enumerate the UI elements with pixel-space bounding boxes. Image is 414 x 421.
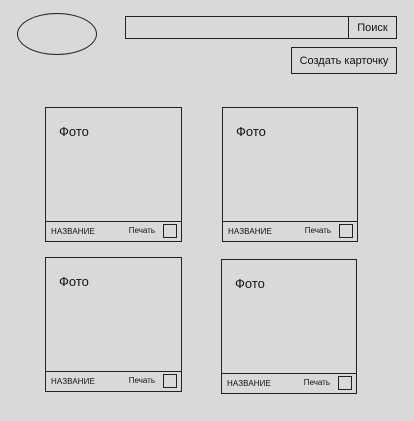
card-footer: НАЗВАНИЕ Печать	[46, 371, 181, 391]
card-footer: НАЗВАНИЕ Печать	[222, 373, 356, 393]
card-footer: НАЗВАНИЕ Печать	[46, 221, 181, 241]
print-checkbox[interactable]	[163, 224, 177, 238]
card-title: НАЗВАНИЕ	[51, 377, 95, 386]
card-print-label: Печать	[303, 378, 330, 387]
search-bar: Поиск	[125, 16, 397, 39]
card-print-label: Печать	[304, 226, 331, 235]
card-photo: Фото	[222, 260, 356, 373]
search-button[interactable]: Поиск	[348, 17, 396, 38]
card-photo-label: Фото	[59, 124, 89, 139]
card-photo: Фото	[46, 258, 181, 371]
card[interactable]: Фото НАЗВАНИЕ Печать	[45, 107, 182, 242]
logo	[17, 13, 97, 55]
print-checkbox[interactable]	[163, 374, 177, 388]
create-card-button[interactable]: Создать карточку	[291, 47, 397, 74]
card-title: НАЗВАНИЕ	[228, 227, 272, 236]
card-photo-label: Фото	[59, 274, 89, 289]
card-photo-label: Фото	[235, 276, 265, 291]
print-checkbox[interactable]	[338, 376, 352, 390]
card-footer: НАЗВАНИЕ Печать	[223, 221, 357, 241]
card-print-label: Печать	[128, 226, 155, 235]
card-print-label: Печать	[128, 376, 155, 385]
card-photo: Фото	[223, 108, 357, 221]
card-title: НАЗВАНИЕ	[51, 227, 95, 236]
card[interactable]: Фото НАЗВАНИЕ Печать	[45, 257, 182, 392]
card[interactable]: Фото НАЗВАНИЕ Печать	[221, 259, 357, 394]
card-photo: Фото	[46, 108, 181, 221]
card-photo-label: Фото	[236, 124, 266, 139]
card[interactable]: Фото НАЗВАНИЕ Печать	[222, 107, 358, 242]
print-checkbox[interactable]	[339, 224, 353, 238]
search-input[interactable]	[126, 17, 348, 38]
card-title: НАЗВАНИЕ	[227, 379, 271, 388]
